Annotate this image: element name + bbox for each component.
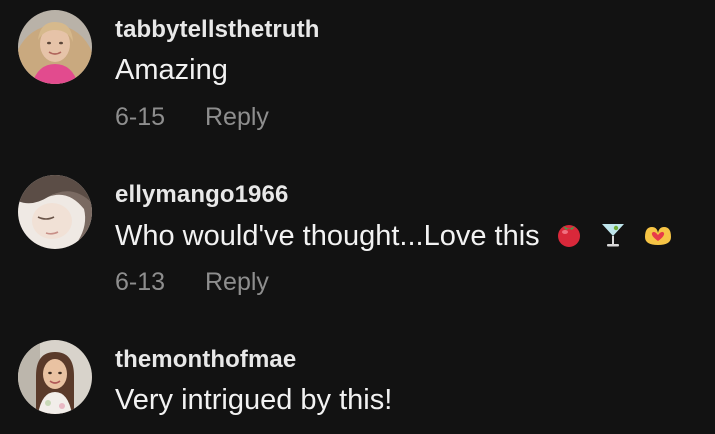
comment-text-body: Who would've thought...Love this: [115, 220, 540, 252]
comment-text: Very intrigued by this!: [115, 384, 393, 416]
comment-username[interactable]: ellymango1966: [115, 181, 288, 209]
comment-text: Amazing: [115, 54, 228, 86]
heart-hands-icon: [642, 219, 674, 257]
comment-list: tabbytellsthetruth Amazing 6-15 Reply el…: [0, 0, 715, 434]
avatar-image-tabby: [18, 10, 92, 84]
avatar-image-mae: [18, 340, 92, 414]
comment-item: ellymango1966 Who would've thought...Lov…: [0, 165, 715, 330]
comment-item: tabbytellsthetruth Amazing 6-15 Reply: [0, 0, 715, 165]
comment-date: 6-15: [115, 103, 166, 131]
comment-text: Who would've thought...Love this: [115, 219, 674, 257]
comment-meta: 6-15 Reply: [115, 103, 269, 132]
comment-date: 6-13: [115, 268, 166, 296]
avatar[interactable]: [18, 10, 92, 84]
comment-meta: 6-13 Reply: [115, 268, 269, 297]
comment-username[interactable]: tabbytellsthetruth: [115, 16, 319, 44]
avatar[interactable]: [18, 340, 92, 414]
avatar[interactable]: [18, 175, 92, 249]
avatar-image-elly: [18, 175, 92, 249]
cocktail-glass-icon: [598, 219, 628, 257]
reply-button[interactable]: Reply: [205, 268, 269, 297]
comment-username[interactable]: themonthofmae: [115, 346, 296, 374]
tomato-icon: [554, 219, 584, 257]
reply-button[interactable]: Reply: [205, 103, 269, 132]
comment-item: themonthofmae Very intrigued by this!: [0, 330, 715, 434]
